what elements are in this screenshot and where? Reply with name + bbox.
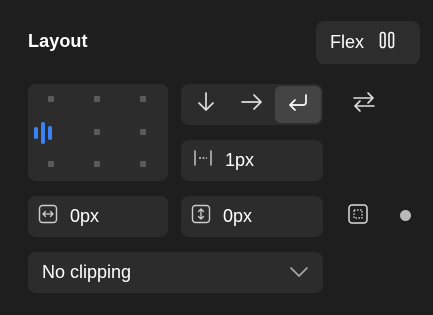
layout-mode-label: Flex — [330, 32, 365, 52]
columns-icon — [378, 31, 396, 54]
gap-input[interactable]: 1px — [181, 140, 323, 181]
align-top-right[interactable] — [140, 96, 146, 102]
align-middle-center[interactable] — [94, 129, 100, 135]
vertical-padding-value: 0px — [223, 206, 253, 226]
status-dot — [400, 210, 411, 221]
clipping-value: No clipping — [42, 262, 132, 282]
reverse-direction-button[interactable] — [346, 88, 382, 120]
wrap-icon — [286, 92, 310, 117]
align-middle-right[interactable] — [140, 129, 146, 135]
arrow-down-icon — [196, 91, 216, 118]
independent-padding-button[interactable] — [344, 202, 372, 230]
align-bottom-left[interactable] — [48, 161, 54, 167]
horizontal-padding-value: 0px — [70, 206, 100, 226]
layout-mode-button[interactable]: Flex — [316, 21, 420, 64]
align-selected-indicator[interactable] — [34, 122, 52, 144]
swap-arrows-icon — [351, 90, 377, 119]
horizontal-padding-icon — [38, 204, 58, 229]
direction-vertical-button[interactable] — [183, 86, 229, 123]
align-top-center[interactable] — [94, 96, 100, 102]
align-bottom-center[interactable] — [94, 161, 100, 167]
arrow-right-icon — [240, 92, 264, 117]
direction-toggle-group — [181, 84, 323, 125]
horizontal-padding-input[interactable]: 0px — [28, 196, 168, 237]
clipping-select[interactable]: No clipping — [28, 252, 323, 293]
direction-wrap-button[interactable] — [275, 86, 321, 123]
vertical-padding-icon — [191, 204, 211, 229]
gap-value: 1px — [225, 150, 255, 170]
align-top-left[interactable] — [48, 96, 54, 102]
section-title: Layout — [28, 31, 88, 51]
padding-sides-icon — [347, 203, 369, 230]
direction-horizontal-button[interactable] — [229, 86, 275, 123]
vertical-padding-input[interactable]: 0px — [181, 196, 323, 237]
gap-icon — [193, 149, 213, 172]
chevron-down-icon — [289, 262, 309, 283]
align-bottom-right[interactable] — [140, 161, 146, 167]
